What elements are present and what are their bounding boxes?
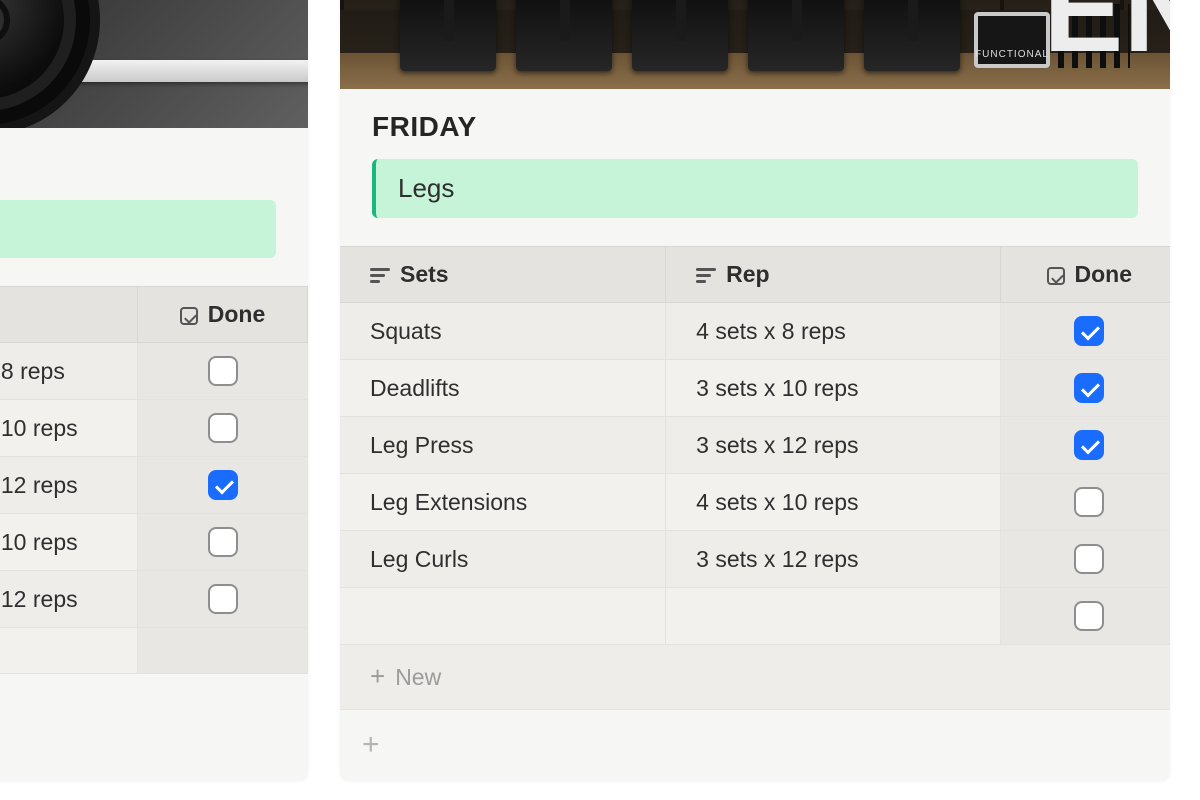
done-cell[interactable] (138, 343, 308, 400)
done-cell[interactable] (1000, 588, 1170, 645)
rep-header-label: Rep (726, 261, 769, 287)
rep-cell[interactable]: x 8 reps (0, 343, 138, 400)
table-row[interactable]: Leg Extensions4 sets x 10 reps (340, 474, 1170, 531)
done-checkbox[interactable] (1074, 487, 1104, 517)
done-cell[interactable] (1000, 474, 1170, 531)
rep-cell[interactable] (666, 588, 1000, 645)
rep-cell[interactable]: x 12 reps (0, 457, 138, 514)
table-row[interactable]: Squats4 sets x 8 reps (340, 303, 1170, 360)
rep-cell[interactable]: 3 sets x 12 reps (666, 531, 1000, 588)
checkbox-icon (180, 307, 198, 325)
done-cell[interactable] (138, 400, 308, 457)
column-header-done[interactable]: Done (1000, 247, 1170, 303)
table-row[interactable]: x 10 reps (0, 514, 308, 571)
sets-cell[interactable]: Squats (340, 303, 666, 360)
column-header-done[interactable]: Done (138, 287, 308, 343)
sets-cell[interactable]: Leg Press (340, 417, 666, 474)
rep-cell[interactable]: x 10 reps (0, 400, 138, 457)
gym-sign: FUNCTIONAL (974, 12, 1050, 68)
done-checkbox[interactable] (1074, 430, 1104, 460)
text-column-icon (370, 268, 390, 284)
done-cell[interactable] (1000, 360, 1170, 417)
done-cell[interactable] (138, 457, 308, 514)
rep-cell[interactable]: 3 sets x 10 reps (666, 360, 1000, 417)
done-header-label: Done (208, 301, 266, 327)
sets-cell[interactable]: Leg Extensions (340, 474, 666, 531)
done-checkbox[interactable] (1074, 316, 1104, 346)
rep-cell[interactable]: 3 sets x 12 reps (666, 417, 1000, 474)
done-cell[interactable] (1000, 531, 1170, 588)
done-cell[interactable] (138, 571, 308, 628)
cover-image-gym: FUNCTIONAL EN (340, 0, 1170, 89)
exercise-table: Sets Rep Done Squats4 sets x 8 repsDeadl… (340, 246, 1170, 709)
rep-cell[interactable]: 4 sets x 10 reps (666, 474, 1000, 531)
callout-muscle-group[interactable] (0, 200, 276, 258)
add-row-button[interactable]: + New (340, 645, 1170, 709)
day-title[interactable]: FRIDAY (340, 111, 1170, 159)
sets-header-label: Sets (400, 261, 449, 287)
cover-image-barbell (0, 0, 308, 128)
done-checkbox[interactable] (208, 413, 238, 443)
rep-cell[interactable]: x 12 reps (0, 571, 138, 628)
sets-cell[interactable]: Leg Curls (340, 531, 666, 588)
done-checkbox[interactable] (208, 527, 238, 557)
add-block-button[interactable]: + (340, 709, 1170, 780)
column-header-sets[interactable]: Sets (340, 247, 666, 303)
table-row[interactable]: x 8 reps (0, 343, 308, 400)
table-row[interactable]: x 12 reps (0, 457, 308, 514)
callout-muscle-group[interactable]: Legs (372, 159, 1138, 218)
column-header-rep[interactable]: p (0, 287, 138, 343)
table-row[interactable] (340, 588, 1170, 645)
table-row[interactable]: Deadlifts3 sets x 10 reps (340, 360, 1170, 417)
sets-cell[interactable] (340, 588, 666, 645)
table-row[interactable]: x 10 reps (0, 400, 308, 457)
text-column-icon (696, 268, 716, 284)
done-cell[interactable] (1000, 417, 1170, 474)
done-header-label: Done (1075, 261, 1133, 287)
workout-card-partial: p Done x 8 repsx 10 repsx 12 repsx 10 re… (0, 0, 308, 780)
table-row[interactable]: x 12 reps (0, 571, 308, 628)
done-checkbox[interactable] (208, 584, 238, 614)
table-row[interactable]: Leg Curls3 sets x 12 reps (340, 531, 1170, 588)
workout-card-friday: FUNCTIONAL EN FRIDAY Legs Sets Rep Done (340, 0, 1170, 780)
rep-cell[interactable]: x 10 reps (0, 514, 138, 571)
column-header-rep[interactable]: Rep (666, 247, 1000, 303)
done-checkbox[interactable] (1074, 544, 1104, 574)
rep-cell[interactable]: 4 sets x 8 reps (666, 303, 1000, 360)
new-row-label: New (395, 664, 441, 690)
plus-icon: + (362, 728, 380, 761)
sets-cell[interactable]: Deadlifts (340, 360, 666, 417)
done-checkbox[interactable] (208, 470, 238, 500)
done-checkbox[interactable] (1074, 373, 1104, 403)
plus-icon: + (370, 661, 385, 691)
done-cell[interactable] (1000, 303, 1170, 360)
done-checkbox[interactable] (208, 356, 238, 386)
done-cell[interactable] (138, 514, 308, 571)
gym-wall-letter: EN (1043, 0, 1170, 70)
table-row[interactable]: Leg Press3 sets x 12 reps (340, 417, 1170, 474)
checkbox-icon (1047, 267, 1065, 285)
exercise-table-partial: p Done x 8 repsx 10 repsx 12 repsx 10 re… (0, 286, 308, 724)
done-checkbox[interactable] (1074, 601, 1104, 631)
